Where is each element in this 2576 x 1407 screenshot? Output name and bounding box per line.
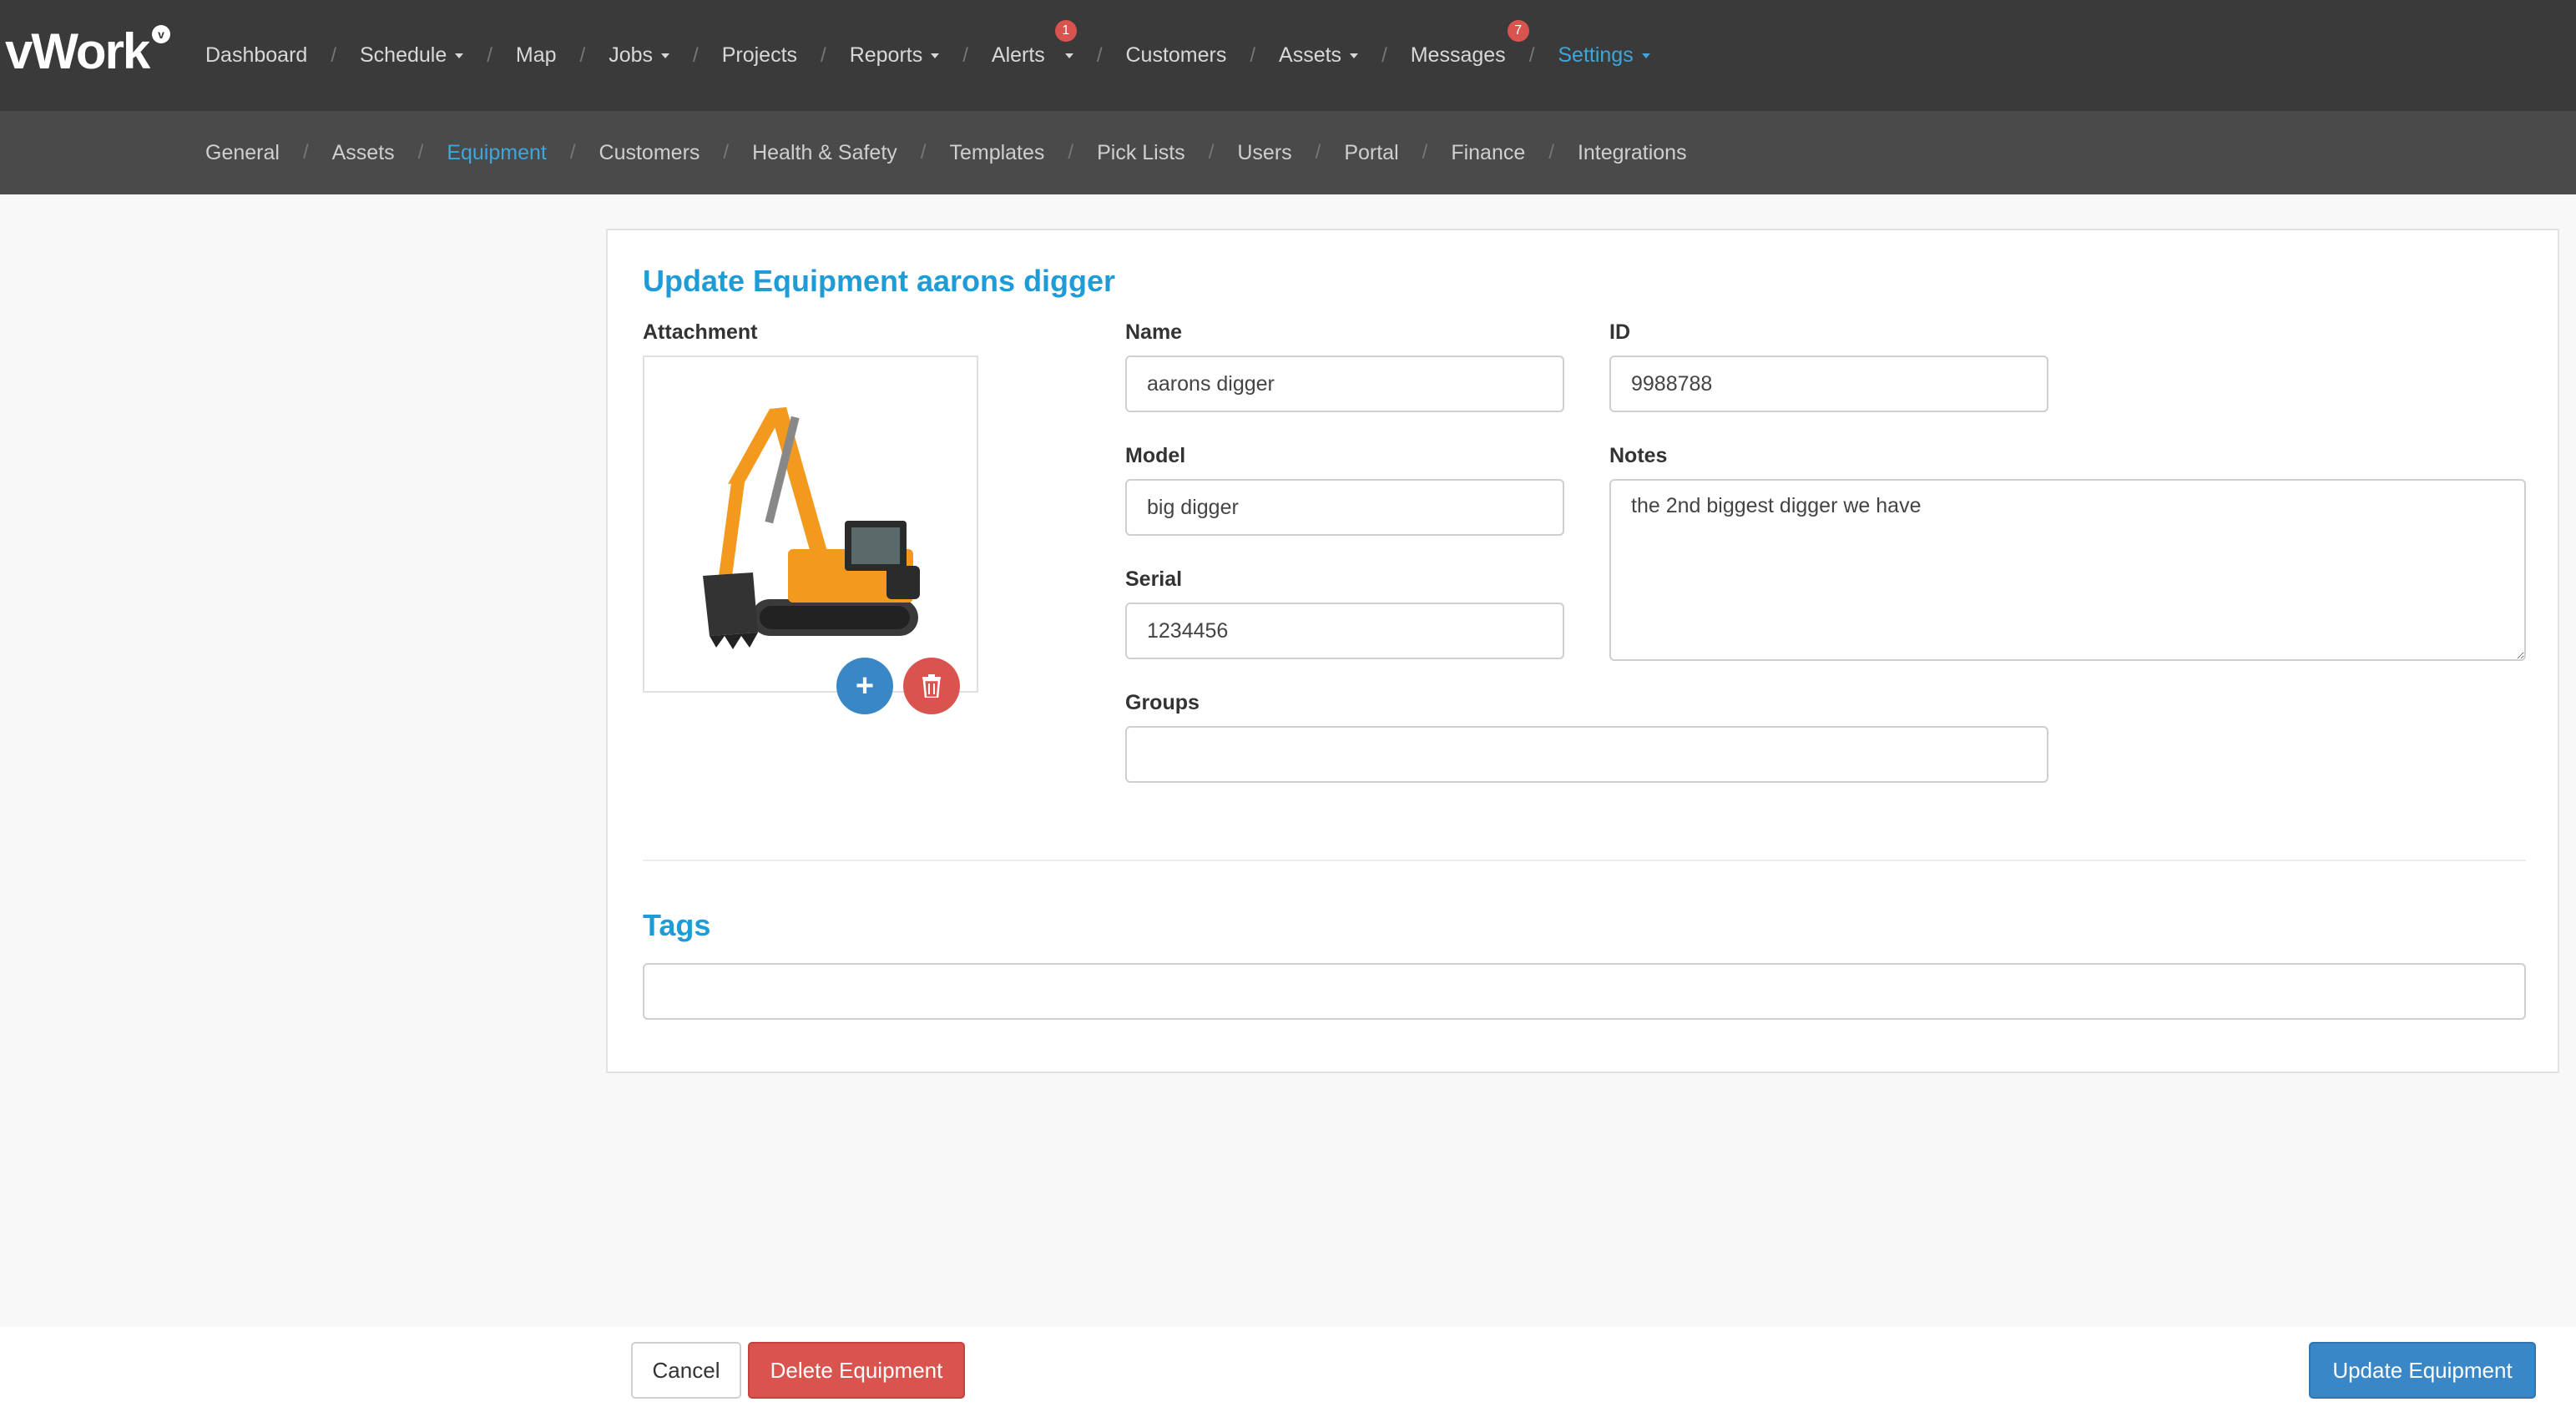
subnav-separator: / — [1315, 141, 1321, 164]
tags-title: Tags — [643, 908, 711, 942]
subnav-separator: / — [920, 141, 927, 164]
id-label: ID — [1609, 320, 1630, 344]
model-input[interactable] — [1125, 479, 1564, 536]
alerts-count-badge: 1 — [1054, 20, 1077, 42]
settings-subnav: General / Assets / Equipment / Customers… — [0, 111, 2576, 194]
name-label: Name — [1125, 320, 1183, 344]
nav-messages-label: Messages — [1410, 43, 1506, 67]
subnav-separator: / — [1208, 141, 1215, 164]
subnav-portal[interactable]: Portal — [1344, 141, 1398, 165]
caret-down-icon — [1064, 53, 1073, 58]
cancel-button[interactable]: Cancel — [631, 1342, 741, 1399]
main-nav: Dashboard / Schedule / Map / Jobs / Proj… — [205, 0, 1650, 111]
subnav-separator: / — [1422, 141, 1428, 164]
nav-jobs-label: Jobs — [609, 43, 654, 67]
plus-icon: + — [855, 668, 875, 704]
nav-projects-label: Projects — [721, 43, 798, 67]
nav-separator: / — [962, 43, 968, 67]
subnav-customers[interactable]: Customers — [599, 141, 700, 165]
page-title: Update Equipment aarons digger — [643, 264, 1116, 298]
nav-settings-label: Settings — [1558, 43, 1634, 67]
settings-subnav-list: General / Assets / Equipment / Customers… — [205, 111, 1687, 194]
nav-reports-label: Reports — [849, 43, 923, 67]
subnav-pick-lists[interactable]: Pick Lists — [1097, 141, 1185, 165]
tags-input[interactable] — [643, 963, 2526, 1020]
subnav-templates[interactable]: Templates — [949, 141, 1044, 165]
form-actions-footer: Cancel Delete Equipment Update Equipment — [0, 1327, 2576, 1407]
caret-down-icon — [931, 53, 940, 58]
subnav-integrations[interactable]: Integrations — [1578, 141, 1687, 165]
nav-dashboard-label: Dashboard — [205, 43, 308, 67]
logo-badge: v — [152, 25, 170, 43]
nav-map-label: Map — [515, 43, 557, 67]
nav-separator: / — [1528, 43, 1535, 67]
nav-schedule[interactable]: Schedule — [359, 43, 464, 68]
delete-equipment-button[interactable]: Delete Equipment — [748, 1342, 965, 1399]
caret-down-icon — [1641, 53, 1650, 58]
subnav-general[interactable]: General — [205, 141, 280, 165]
nav-map[interactable]: Map — [516, 43, 557, 68]
nav-customers-label: Customers — [1125, 43, 1227, 67]
subnav-equipment[interactable]: Equipment — [447, 141, 547, 165]
nav-separator: / — [1250, 43, 1256, 67]
nav-schedule-label: Schedule — [359, 43, 447, 67]
id-input[interactable] — [1609, 356, 2048, 412]
groups-label: Groups — [1125, 691, 1200, 714]
nav-separator: / — [487, 43, 492, 67]
nav-dashboard[interactable]: Dashboard — [205, 43, 307, 68]
name-input[interactable] — [1125, 356, 1564, 412]
trash-icon — [922, 674, 941, 699]
subnav-separator: / — [723, 141, 730, 164]
subnav-separator: / — [1548, 141, 1554, 164]
nav-messages[interactable]: Messages 7 — [1410, 20, 1529, 68]
delete-attachment-button[interactable] — [903, 658, 960, 714]
nav-separator: / — [1381, 43, 1387, 67]
nav-separator: / — [1096, 43, 1103, 67]
nav-alerts[interactable]: Alerts 1 — [991, 20, 1077, 68]
equipment-form-panel: Update Equipment aarons digger Attachmen… — [606, 229, 2559, 1073]
subnav-users[interactable]: Users — [1237, 141, 1291, 165]
add-attachment-button[interactable]: + — [836, 658, 893, 714]
attachment-preview — [643, 356, 978, 693]
nav-projects[interactable]: Projects — [722, 43, 797, 68]
attachment-label: Attachment — [643, 320, 758, 344]
nav-separator: / — [821, 43, 826, 67]
nav-reports[interactable]: Reports — [850, 43, 940, 68]
nav-separator: / — [693, 43, 699, 67]
nav-alerts-label: Alerts — [991, 43, 1045, 67]
nav-assets-label: Assets — [1279, 43, 1342, 67]
nav-assets[interactable]: Assets — [1279, 43, 1359, 68]
excavator-image — [703, 407, 920, 649]
model-label: Model — [1125, 444, 1186, 467]
nav-jobs[interactable]: Jobs — [609, 43, 670, 68]
subnav-separator: / — [417, 141, 424, 164]
messages-count-badge: 7 — [1507, 20, 1529, 42]
groups-input[interactable] — [1125, 726, 2048, 783]
subnav-finance[interactable]: Finance — [1451, 141, 1525, 165]
notes-label: Notes — [1609, 444, 1668, 467]
caret-down-icon — [455, 53, 464, 58]
serial-input[interactable] — [1125, 603, 1564, 659]
nav-separator: / — [331, 43, 336, 67]
subnav-separator: / — [302, 141, 309, 164]
notes-textarea[interactable]: the 2nd biggest digger we have — [1609, 479, 2526, 661]
nav-settings[interactable]: Settings — [1558, 43, 1650, 68]
subnav-separator: / — [569, 141, 576, 164]
caret-down-icon — [1350, 53, 1359, 58]
subnav-health-safety[interactable]: Health & Safety — [752, 141, 897, 165]
subnav-separator: / — [1068, 141, 1074, 164]
vwork-logo[interactable]: vWork — [5, 22, 150, 82]
top-navbar: vWork v Dashboard / Schedule / Map / Job… — [0, 0, 2576, 111]
update-equipment-button[interactable]: Update Equipment — [2309, 1342, 2536, 1399]
serial-label: Serial — [1125, 567, 1183, 591]
caret-down-icon — [661, 53, 670, 58]
subnav-assets[interactable]: Assets — [332, 141, 395, 165]
nav-separator: / — [579, 43, 586, 67]
nav-customers[interactable]: Customers — [1125, 43, 1226, 68]
section-divider — [643, 860, 2526, 861]
